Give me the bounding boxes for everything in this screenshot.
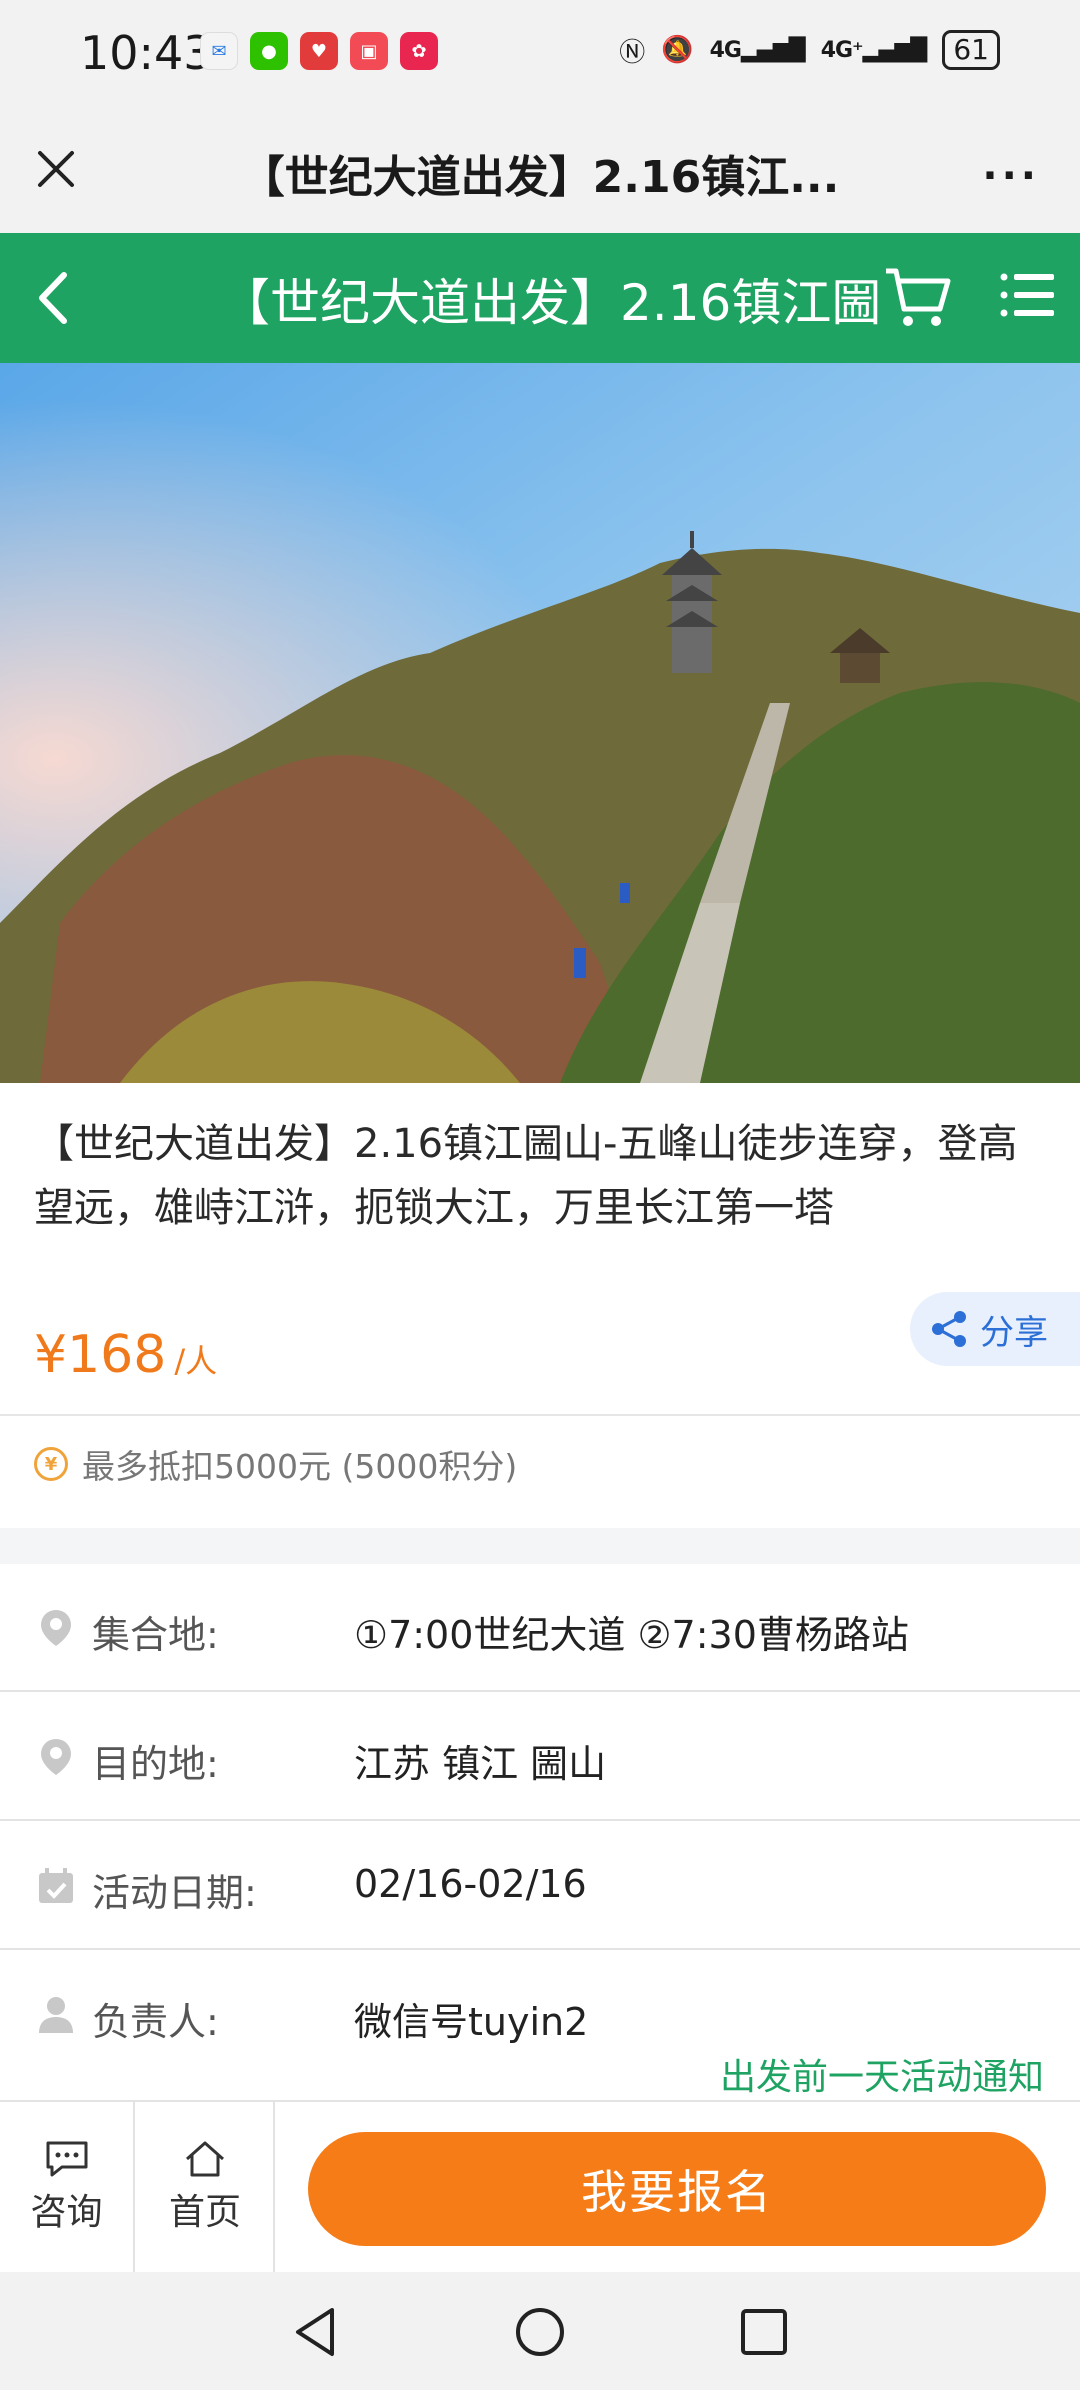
- consult-button[interactable]: 咨询: [0, 2102, 135, 2272]
- recents-nav-icon[interactable]: [734, 2302, 794, 2362]
- close-icon[interactable]: [28, 141, 84, 197]
- browser-title: 【世纪大道出发】2.16镇江...: [240, 152, 840, 203]
- info-row-date: 活动日期: 02/16-02/16: [0, 1822, 1080, 1950]
- cart-icon[interactable]: [880, 259, 956, 335]
- info-label: 活动日期:: [92, 1871, 257, 1915]
- share-button[interactable]: 分享: [910, 1292, 1080, 1366]
- app-red-icon: ♥: [300, 32, 338, 70]
- share-label: 分享: [980, 1312, 1048, 1353]
- product-title: 【世纪大道出发】2.16镇江圌山-五峰山徒步连穿，登高望远，雄峙江浒，扼锁大江，…: [34, 1121, 1018, 1231]
- share-icon: [932, 1311, 966, 1347]
- points-deduction: ¥ 最多抵扣5000元 (5000积分): [34, 1440, 517, 1488]
- signal-icon: 4G⁺▂▄▆█: [820, 37, 928, 63]
- page-title: 【世纪大道出发】2.16镇江圌: [220, 274, 882, 332]
- more-icon[interactable]: ···: [982, 153, 1040, 199]
- system-nav-bar: [0, 2272, 1080, 2390]
- info-row-meeting-point: 集合地: ①7:00世纪大道 ②7:30曹杨路站: [0, 1564, 1080, 1692]
- nfc-icon: Ⓝ: [619, 37, 646, 68]
- browser-title-bar: 【世纪大道出发】2.16镇江... ···: [0, 105, 1080, 233]
- section-gap: [0, 1528, 1080, 1564]
- app-pink-icon: ✿: [400, 32, 438, 70]
- info-label: 目的地:: [92, 1742, 219, 1786]
- divider: [0, 1414, 1080, 1416]
- back-icon[interactable]: [28, 263, 78, 333]
- person-icon: [39, 1997, 73, 2033]
- price: ¥168/人: [34, 1325, 217, 1385]
- calendar-icon: [39, 1868, 73, 1903]
- page-header: 【世纪大道出发】2.16镇江圌: [0, 233, 1080, 363]
- info-value: ①7:00世纪大道 ②7:30曹杨路站: [354, 1613, 909, 1657]
- status-time: 10:43: [80, 26, 213, 80]
- info-value: 02/16-02/16: [354, 1862, 587, 1906]
- huawei-store-icon: ▣: [350, 32, 388, 70]
- notification-icons: ✉ ● ♥ ▣ ✿: [200, 32, 438, 70]
- info-row-destination: 目的地: 江苏 镇江 圌山: [0, 1693, 1080, 1821]
- info-label: 负责人:: [92, 2000, 219, 2044]
- chat-icon: [46, 2141, 87, 2177]
- location-pin-icon: [41, 1739, 71, 1775]
- back-nav-icon[interactable]: [286, 2302, 346, 2362]
- info-label: 集合地:: [92, 1613, 219, 1657]
- location-pin-icon: [41, 1610, 71, 1646]
- price-unit: /人: [174, 1342, 218, 1380]
- signal-icon: 4G▂▄▆█: [709, 37, 806, 63]
- qq-icon: ✉: [200, 32, 238, 70]
- points-note: 最多抵扣5000元 (5000积分): [82, 1447, 518, 1486]
- battery-icon: 61: [942, 30, 1000, 70]
- info-value: 江苏 镇江 圌山: [354, 1742, 607, 1786]
- home-icon: [186, 2141, 224, 2177]
- home-label: 首页: [168, 2192, 241, 2233]
- signup-button[interactable]: 我要报名: [308, 2132, 1046, 2246]
- wechat-icon: ●: [250, 32, 288, 70]
- price-amount: ¥168: [34, 1325, 167, 1385]
- info-value: 微信号tuyin2: [354, 2000, 589, 2044]
- mute-icon: 🔕: [661, 35, 694, 65]
- hero-image: [0, 363, 1080, 1083]
- activity-notice-link[interactable]: 出发前一天活动通知: [720, 2048, 1044, 2100]
- status-bar: 10:43 ✉ ● ♥ ▣ ✿ Ⓝ 🔕 4G▂▄▆█ 4G⁺▂▄▆█ 61: [0, 0, 1080, 105]
- home-button[interactable]: 首页: [137, 2102, 275, 2272]
- menu-icon[interactable]: [998, 265, 1058, 325]
- status-indicators: Ⓝ 🔕 4G▂▄▆█ 4G⁺▂▄▆█ 61: [619, 30, 1000, 70]
- action-bar: 咨询 首页 我要报名: [0, 2100, 1080, 2272]
- home-nav-icon[interactable]: [510, 2302, 570, 2362]
- coin-icon: ¥: [34, 1447, 68, 1481]
- consult-label: 咨询: [30, 2192, 103, 2233]
